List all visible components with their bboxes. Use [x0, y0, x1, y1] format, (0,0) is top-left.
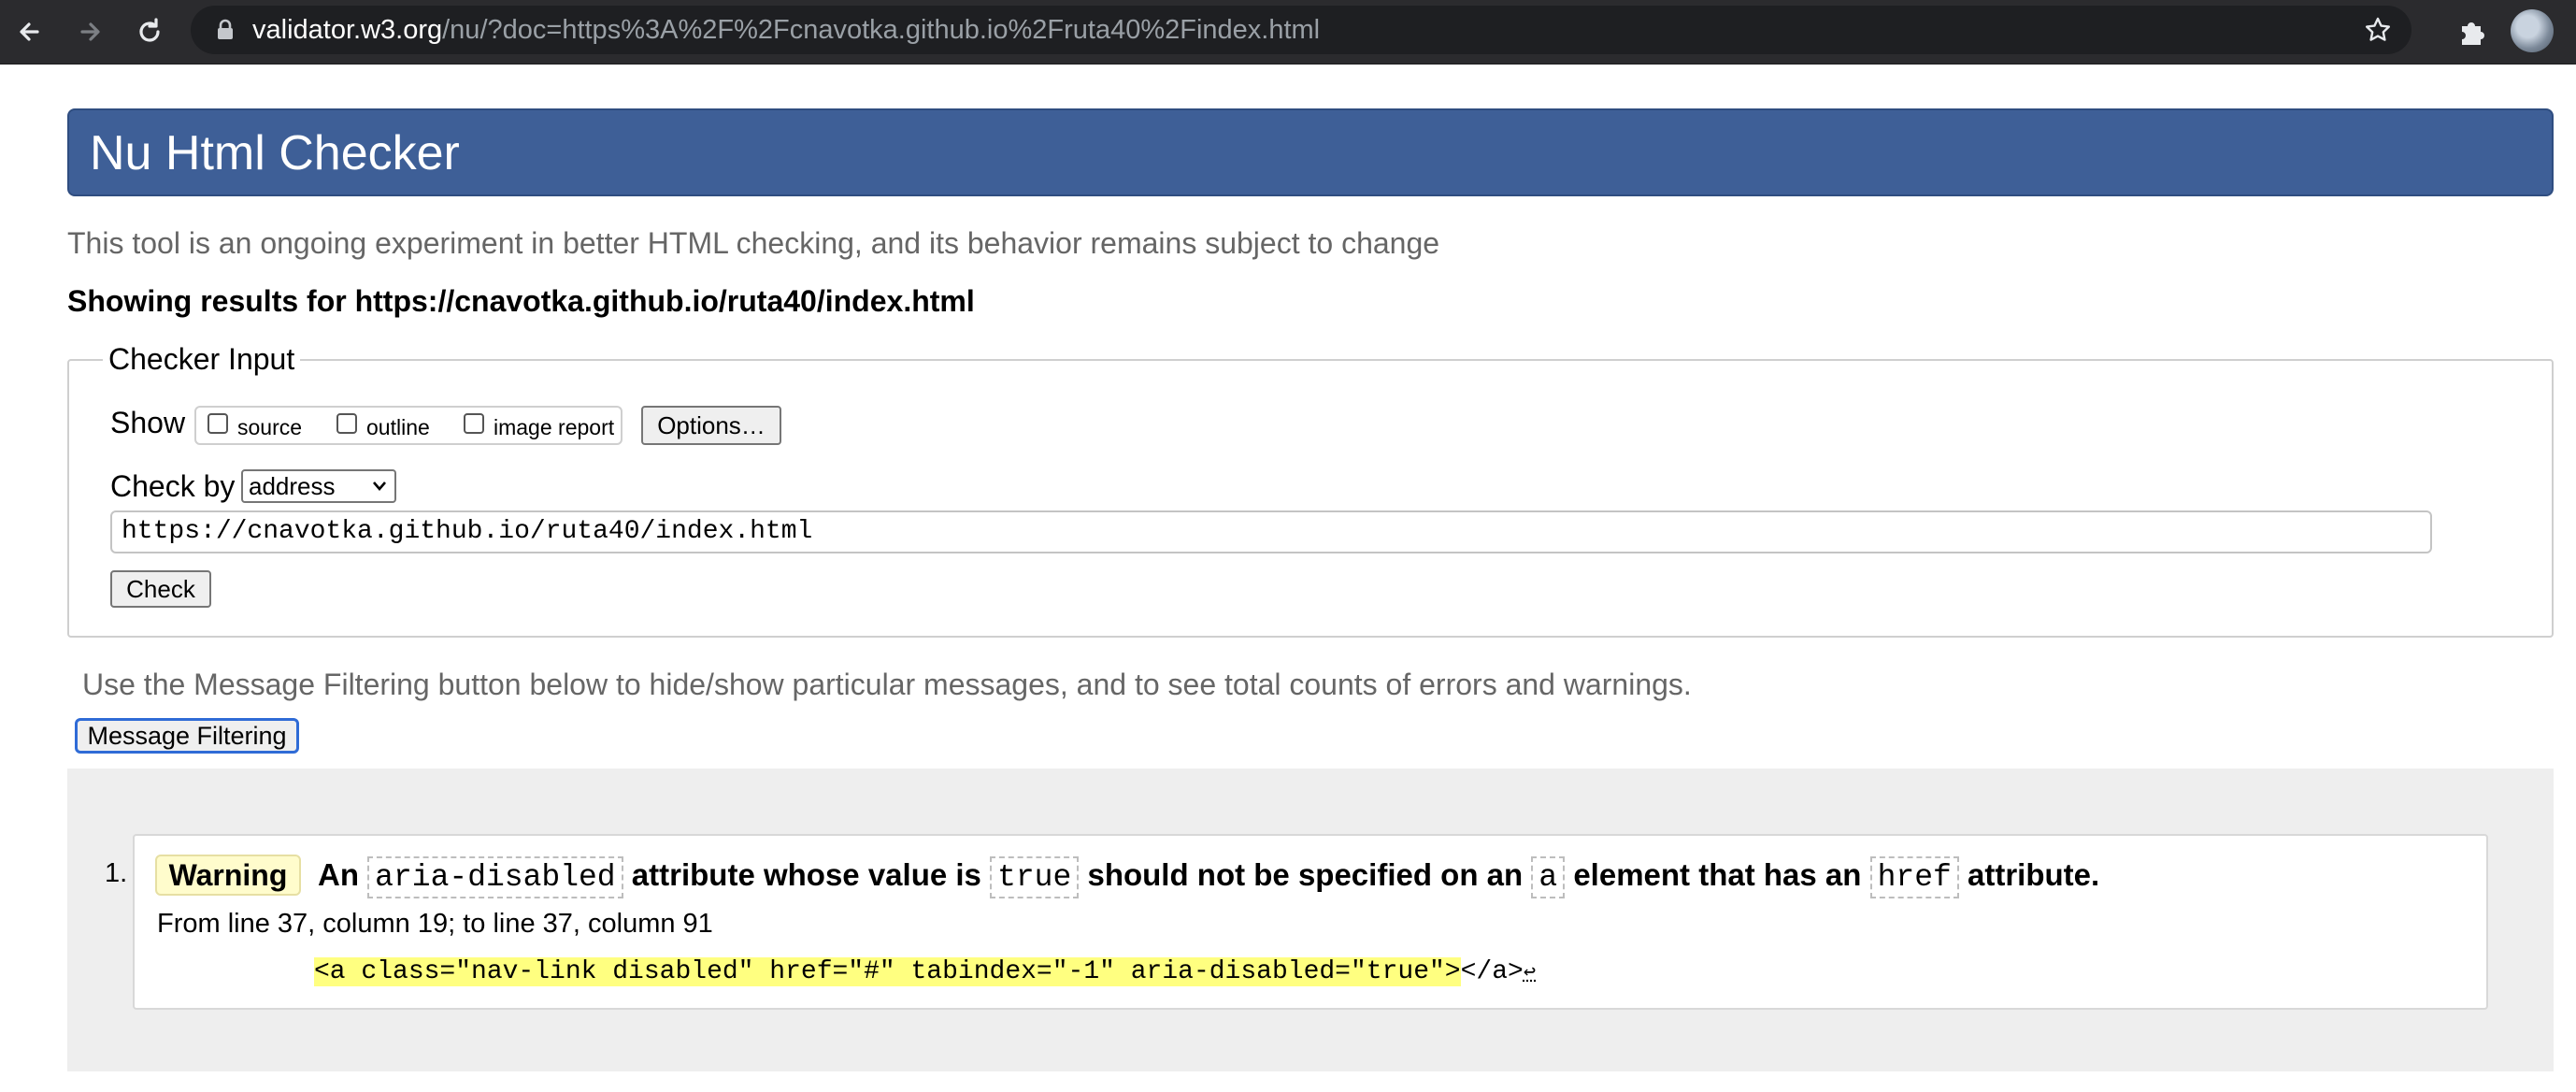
- source-checkbox[interactable]: [208, 413, 228, 434]
- url-path: /nu/?doc=https%3A%2F%2Fcnavotka.github.i…: [442, 15, 1321, 45]
- extensions-puzzle-icon[interactable]: [2451, 11, 2492, 52]
- warning-message: An aria-disabled attribute whose value i…: [318, 851, 2099, 899]
- page-banner: Nu Html Checker: [67, 108, 2554, 196]
- address-bar[interactable]: validator.w3.org/nu/?doc=https%3A%2F%2Fc…: [191, 6, 2411, 54]
- forward-arrow-icon[interactable]: [69, 11, 110, 52]
- tagline: This tool is an ongoing experiment in be…: [67, 226, 1440, 260]
- warning-badge: Warning: [155, 855, 301, 896]
- options-button[interactable]: Options…: [641, 406, 781, 445]
- message-text-4: element that has an: [1573, 857, 1862, 892]
- reload-icon[interactable]: [129, 11, 170, 52]
- source-checkbox-label[interactable]: source: [237, 415, 302, 440]
- lock-icon[interactable]: [213, 18, 237, 42]
- browser-toolbar: validator.w3.org/nu/?doc=https%3A%2F%2Fc…: [0, 0, 2576, 65]
- chevron-down-icon: [373, 481, 386, 491]
- message-code-href: href: [1869, 856, 1959, 898]
- message-code-a: a: [1531, 856, 1566, 898]
- document-address-input[interactable]: https://cnavotka.github.io/ruta40/index.…: [110, 510, 2432, 553]
- message-code-aria-disabled: aria-disabled: [367, 856, 623, 898]
- url-text[interactable]: validator.w3.org/nu/?doc=https%3A%2F%2Fc…: [252, 6, 1320, 54]
- filtering-note: Use the Message Filtering button below t…: [82, 668, 1692, 701]
- code-extract-highlight: <a class="nav-link disabled" href="#" ta…: [314, 957, 1461, 986]
- profile-avatar[interactable]: [2511, 9, 2554, 52]
- back-arrow-icon[interactable]: [9, 11, 50, 52]
- page-title: Nu Html Checker: [90, 126, 460, 180]
- url-host: validator.w3.org: [252, 15, 443, 45]
- showing-results-heading: Showing results for https://cnavotka.git…: [67, 284, 975, 318]
- checker-input-legend: Checker Input: [108, 342, 295, 376]
- message-filtering-button[interactable]: Message Filtering: [75, 718, 299, 754]
- result-location: From line 37, column 19; to line 37, col…: [157, 909, 713, 939]
- check-button[interactable]: Check: [110, 570, 211, 608]
- result-number: 1.: [105, 858, 128, 888]
- code-extract-rest: </a>: [1460, 957, 1524, 986]
- show-label: Show: [110, 406, 186, 439]
- message-text-3: should not be specified on an: [1087, 857, 1524, 892]
- check-by-select[interactable]: address: [241, 469, 396, 503]
- message-text-2: attribute whose value is: [631, 857, 981, 892]
- message-code-true: true: [990, 856, 1080, 898]
- code-extract: <a class="nav-link disabled" href="#" ta…: [314, 956, 1536, 990]
- checker-input-fieldset: Checker Input: [67, 342, 2554, 638]
- image-report-checkbox[interactable]: [464, 413, 484, 434]
- outline-checkbox[interactable]: [336, 413, 357, 434]
- outline-checkbox-label[interactable]: outline: [366, 415, 430, 440]
- image-report-checkbox-label[interactable]: image report: [494, 415, 614, 440]
- check-by-label: Check by: [110, 469, 236, 503]
- message-text-5: attribute.: [1967, 857, 2100, 892]
- message-text-1: An: [318, 857, 359, 892]
- return-symbol-icon: ↩: [1523, 961, 1537, 984]
- check-by-selected-value: address: [249, 472, 336, 500]
- bookmark-star-icon[interactable]: [2363, 15, 2393, 45]
